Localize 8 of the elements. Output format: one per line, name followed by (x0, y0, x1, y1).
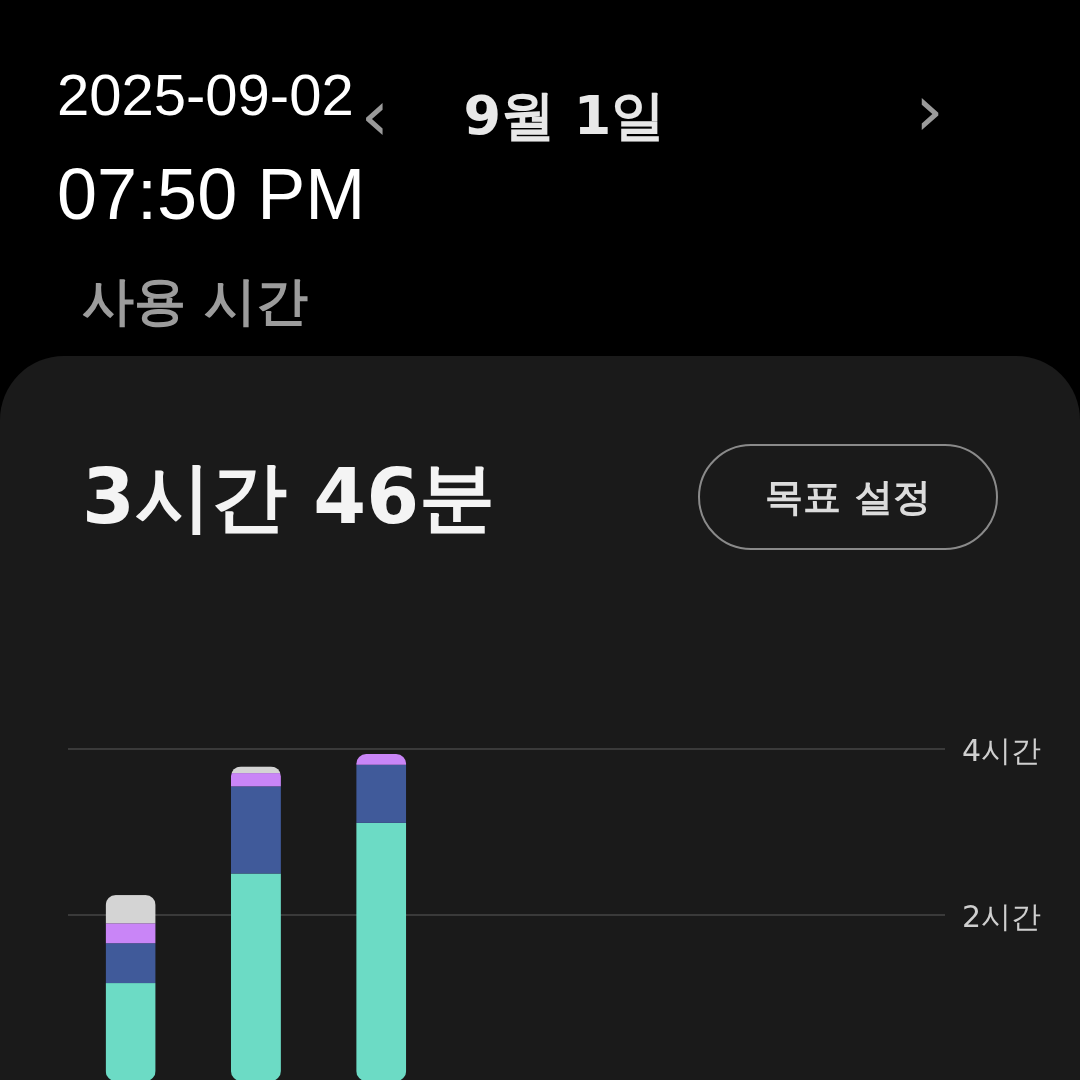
axis-label: 4시간 (962, 733, 1042, 768)
date-label: 9월 1일 (462, 82, 667, 149)
section-title: 사용 시간 (82, 271, 309, 331)
total-usage-time: 3시간 46분 (81, 451, 496, 543)
goal-setting-button[interactable]: 목표 설정 (698, 444, 998, 550)
axis-label: 2시간 (962, 899, 1042, 934)
next-chevron[interactable]: › (905, 70, 954, 150)
timestamp-time: 07:50 PM (57, 153, 366, 236)
